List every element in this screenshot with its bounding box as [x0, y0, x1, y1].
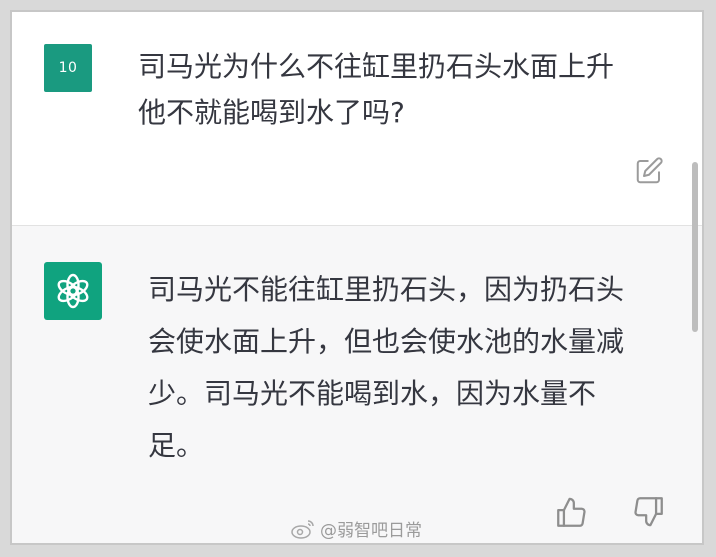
thumbs-down-icon[interactable] [632, 494, 666, 528]
edit-icon[interactable] [634, 156, 664, 186]
user-avatar-initials: 10 [58, 60, 78, 76]
thumbs-up-icon[interactable] [554, 496, 588, 530]
watermark-text: @弱智吧日常 [320, 521, 422, 541]
weibo-watermark: @弱智吧日常 [290, 516, 422, 541]
assistant-avatar [44, 262, 102, 320]
chat-window: 10 司马光为什么不往缸里扔石头水面上升 他不就能喝到水了吗? 司马光不能往缸里… [10, 10, 704, 545]
assistant-message-block: 司马光不能往缸里扔石头，因为扔石头 会使水面上升，但也会使水池的水量减 少。司马… [12, 226, 702, 543]
user-message-block: 10 司马光为什么不往缸里扔石头水面上升 他不就能喝到水了吗? [12, 12, 702, 226]
openai-logo-icon [57, 273, 89, 309]
weibo-logo-icon [291, 519, 314, 539]
scrollbar[interactable] [692, 162, 698, 332]
assistant-message-text: 司马光不能往缸里扔石头，因为扔石头 会使水面上升，但也会使水池的水量减 少。司马… [148, 273, 625, 462]
user-message-text: 司马光为什么不往缸里扔石头水面上升 他不就能喝到水了吗? [138, 50, 615, 129]
user-avatar: 10 [44, 44, 92, 92]
